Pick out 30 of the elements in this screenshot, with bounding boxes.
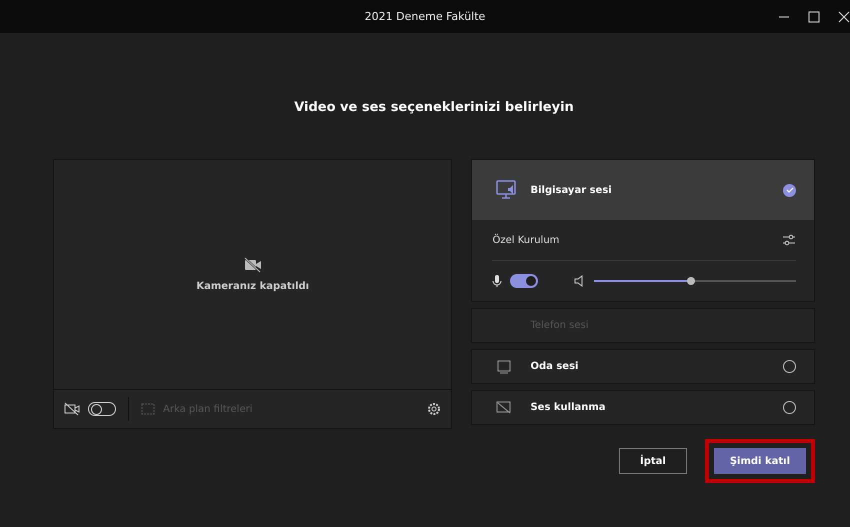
action-button[interactable]: Şimdi katıl — [714, 448, 806, 474]
custom-setup-label: Özel Kurulum — [492, 234, 560, 246]
camera-status: Kameranız kapatıldı — [196, 281, 310, 292]
room-device-icon — [496, 360, 512, 374]
audio-option[interactable]: Ses kullanma — [472, 391, 814, 424]
maximize-icon[interactable] — [808, 11, 820, 23]
background-filter-icon — [141, 403, 155, 415]
camera-toggle[interactable] — [88, 402, 116, 416]
sliders-icon[interactable] — [782, 234, 796, 246]
action-button[interactable]: İptal — [619, 448, 687, 474]
window-title: 2021 Deneme Fakülte — [364, 10, 486, 23]
audio-option[interactable]: Oda sesi — [472, 350, 814, 383]
heading: Video ve ses seçeneklerinizi belirleyin — [293, 100, 575, 115]
settings-icon[interactable] — [427, 402, 442, 416]
radio-button[interactable] — [783, 184, 796, 196]
close-icon[interactable] — [838, 11, 850, 23]
option-label: Ses kullanma — [530, 402, 607, 413]
radio-button[interactable] — [783, 360, 796, 373]
camera-off-icon — [64, 402, 80, 416]
option-label: Bilgisayar sesi — [530, 184, 613, 196]
checkmark-icon — [786, 186, 794, 194]
slider-thumb[interactable] — [687, 277, 696, 285]
radio-button[interactable] — [783, 401, 796, 414]
microphone-toggle[interactable] — [510, 274, 538, 288]
monitor-speaker-icon — [496, 180, 518, 200]
audio-option[interactable]: Bilgisayar sesi — [472, 160, 814, 220]
option-label: Oda sesi — [530, 361, 580, 372]
camera-off-icon — [244, 257, 262, 273]
microphone-icon — [492, 274, 502, 288]
audio-off-icon — [496, 400, 512, 414]
